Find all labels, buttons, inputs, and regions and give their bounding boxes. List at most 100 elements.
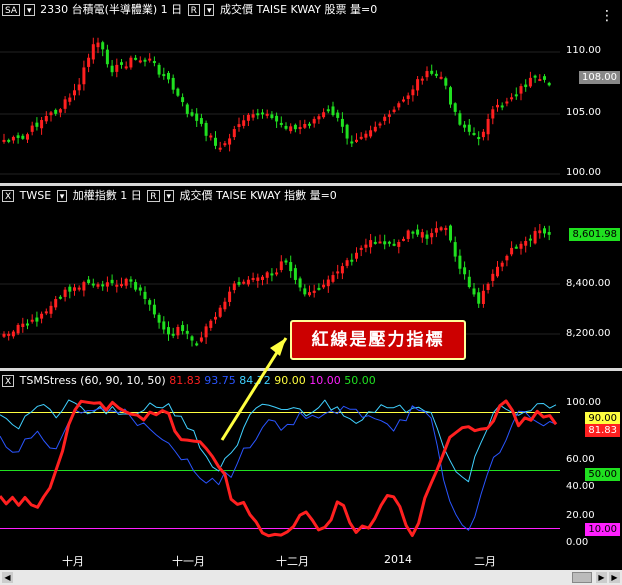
candle-body	[73, 287, 76, 291]
scroll-left-icon[interactable]: ◀	[2, 572, 13, 583]
candle-body	[246, 279, 250, 285]
candle-body	[359, 136, 363, 139]
candle-body	[204, 122, 208, 136]
index-source: 成交價 TAISE KWAY 指數	[179, 189, 307, 202]
candle-body	[228, 291, 232, 302]
candle-body	[434, 228, 438, 233]
candle-body	[181, 325, 185, 332]
candle-body	[195, 343, 199, 346]
candle-body	[261, 112, 264, 115]
candle-body	[383, 116, 387, 121]
candle-body	[519, 243, 523, 249]
candle-body	[26, 323, 29, 326]
candle-body	[430, 70, 434, 74]
stress-value-cyan: 84.72	[239, 374, 271, 387]
candle-body	[486, 283, 490, 290]
candle-body	[26, 134, 29, 140]
candle-body	[152, 61, 156, 64]
stress-lines	[0, 399, 560, 538]
candle-body	[486, 118, 490, 135]
candle-body	[138, 60, 142, 63]
candle-body	[58, 109, 62, 113]
candle-body	[176, 88, 180, 96]
stress-tag-50: 50.00	[585, 468, 620, 481]
candle-body	[406, 230, 410, 239]
candle-body	[30, 319, 34, 322]
candle-body	[242, 281, 246, 284]
scroll-thumb[interactable]	[572, 572, 592, 583]
candle-body	[284, 260, 288, 263]
candle-body	[543, 228, 546, 234]
candle-body	[167, 327, 170, 335]
candle-body	[416, 79, 420, 91]
candle-body	[425, 71, 429, 78]
candle-body	[416, 229, 420, 235]
close-icon[interactable]: X	[2, 190, 15, 202]
index-period: 1 日	[120, 189, 142, 202]
scroll-end-icon[interactable]: ▶	[609, 572, 620, 583]
candle-body	[303, 123, 307, 128]
candle-body	[21, 323, 25, 328]
candle-body	[49, 112, 53, 116]
candle-body	[514, 246, 518, 249]
candle-body	[242, 120, 246, 126]
candle-body	[44, 311, 48, 314]
candle-body	[326, 109, 330, 112]
candle-body	[261, 276, 264, 280]
candle-body	[265, 113, 269, 116]
candle-body	[232, 283, 236, 291]
candle-body	[279, 122, 283, 125]
candle-body	[439, 76, 443, 79]
candle-body	[533, 75, 537, 78]
horizontal-scrollbar[interactable]: ◀ ▶ ▶	[0, 570, 622, 585]
stock-source: 成交價 TAISE KWAY 股票	[219, 3, 347, 16]
candle-body	[129, 279, 133, 282]
r-button[interactable]: R	[147, 190, 160, 202]
candle-body	[223, 143, 227, 146]
candle-body	[7, 333, 11, 336]
candle-body	[402, 238, 405, 241]
callout-box: 紅線是壓力指標	[290, 320, 466, 360]
candle-body	[387, 241, 391, 244]
candle-body	[2, 333, 6, 337]
candle-body	[105, 282, 109, 287]
candle-body	[528, 77, 532, 87]
candle-body	[237, 124, 241, 127]
stress-axis-0: 0.00	[566, 537, 589, 548]
candle-body	[87, 57, 91, 67]
candle-body	[77, 84, 81, 91]
r-button[interactable]: R	[187, 4, 200, 16]
candle-body	[308, 123, 311, 126]
candle-body	[369, 130, 373, 137]
candle-body	[275, 272, 279, 275]
stress-value-red: 81.83	[169, 374, 201, 387]
stress-axis-40: 40.00	[566, 481, 595, 492]
stress-value-green: 50.00	[344, 374, 376, 387]
dropdown-icon[interactable]: ▾	[163, 190, 175, 202]
candle-body	[411, 89, 415, 96]
dropdown-icon[interactable]: ▾	[24, 4, 35, 16]
index-axis-8400: 8,400.00	[566, 278, 611, 289]
dropdown-icon[interactable]: ▾	[56, 190, 68, 202]
candle-body	[496, 266, 499, 277]
candle-body	[293, 124, 297, 130]
candle-body	[322, 112, 326, 118]
close-icon[interactable]: X	[2, 375, 15, 387]
stock-period: 1 日	[160, 3, 183, 16]
candle-body	[181, 97, 185, 103]
candle-body	[524, 84, 528, 88]
stress-value-blue: 93.75	[204, 374, 236, 387]
candle-body	[510, 97, 514, 100]
candle-body	[82, 67, 86, 85]
candle-body	[96, 42, 100, 48]
menu-icon[interactable]: ⋮	[600, 8, 614, 24]
symbol-button[interactable]: SA	[2, 4, 21, 16]
candle-body	[364, 133, 368, 138]
scroll-right-icon[interactable]: ▶	[596, 572, 607, 583]
candle-body	[49, 305, 53, 314]
dropdown-icon[interactable]: ▾	[203, 4, 215, 16]
index-volume: 量=0	[309, 189, 337, 202]
candle-body	[91, 283, 95, 286]
candle-body	[345, 260, 349, 266]
candle-body	[322, 284, 326, 288]
